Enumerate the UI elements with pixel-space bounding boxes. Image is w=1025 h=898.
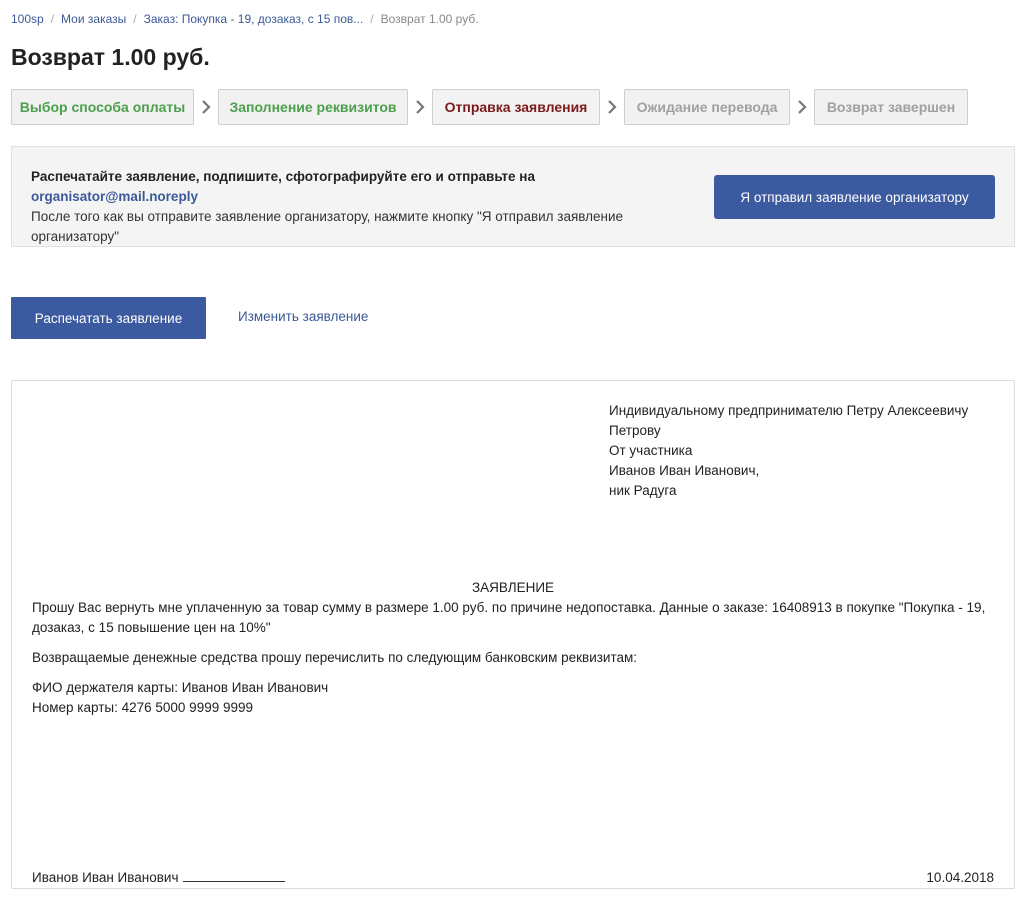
signature-name: Иванов Иван Иванович (32, 870, 179, 885)
statement-heading: ЗАЯВЛЕНИЕ (471, 580, 555, 595)
step-payment-method: Выбор способа оплаты (11, 89, 194, 125)
instructions-hint: После того как вы отправите заявление ор… (31, 209, 624, 244)
breadcrumb-item-my-orders[interactable]: Мои заказы (61, 12, 126, 26)
addressee-line: ник Радуга (609, 483, 677, 498)
statement-date: 10.04.2018 (926, 870, 994, 885)
organizer-email-link[interactable]: organisator@mail.noreply (31, 189, 198, 204)
print-statement-button[interactable]: Распечатать заявление (11, 297, 206, 339)
addressee-line: От участника (609, 443, 693, 458)
addressee-line: Индивидуальному предпринимателю Петру Ал… (609, 403, 969, 438)
step-awaiting-transfer: Ожидание перевода (624, 89, 790, 125)
statement-paragraph: Возвращаемые денежные средства прошу пер… (32, 650, 638, 665)
signature-block: Иванов Иван Иванович (32, 868, 285, 888)
instructions-text: Распечатайте заявление, подпишите, сфото… (31, 167, 701, 247)
breadcrumb-separator: / (370, 12, 374, 26)
chevron-right-icon (790, 100, 814, 114)
breadcrumb-current: Возврат 1.00 руб. (380, 12, 479, 26)
statement-body: Прошу Вас вернуть мне уплаченную за това… (32, 598, 992, 718)
card-holder: ФИО держателя карты: Иванов Иван Иванови… (32, 680, 329, 695)
addressee-line: Иванов Иван Иванович, (609, 463, 760, 478)
step-send-statement: Отправка заявления (432, 89, 600, 125)
breadcrumb-item-order[interactable]: Заказ: Покупка - 19, дозаказ, с 15 пов..… (144, 12, 364, 26)
statement-document: Индивидуальному предпринимателю Петру Ал… (11, 380, 1015, 889)
breadcrumb-item-home[interactable]: 100sp (11, 12, 44, 26)
instructions-main: Распечатайте заявление, подпишите, сфото… (31, 169, 535, 184)
step-refund-complete: Возврат завершен (814, 89, 968, 125)
chevron-right-icon (408, 100, 432, 114)
instructions-panel: Распечатайте заявление, подпишите, сфото… (11, 146, 1015, 247)
page-title: Возврат 1.00 руб. (11, 44, 210, 70)
statement-paragraph: Прошу Вас вернуть мне уплаченную за това… (32, 600, 986, 635)
confirm-sent-button[interactable]: Я отправил заявление организатору (714, 175, 995, 219)
card-number: Номер карты: 4276 5000 9999 9999 (32, 700, 253, 715)
addressee-block: Индивидуальному предпринимателю Петру Ал… (609, 401, 999, 501)
signature-line (182, 869, 285, 882)
chevron-right-icon (194, 100, 218, 114)
breadcrumb: 100sp / Мои заказы / Заказ: Покупка - 19… (11, 12, 479, 26)
edit-statement-link[interactable]: Изменить заявление (238, 309, 368, 324)
breadcrumb-separator: / (133, 12, 137, 26)
progress-steps: Выбор способа оплаты Заполнение реквизит… (11, 89, 968, 125)
chevron-right-icon (600, 100, 624, 114)
breadcrumb-separator: / (50, 12, 55, 26)
step-fill-details: Заполнение реквизитов (218, 89, 408, 125)
